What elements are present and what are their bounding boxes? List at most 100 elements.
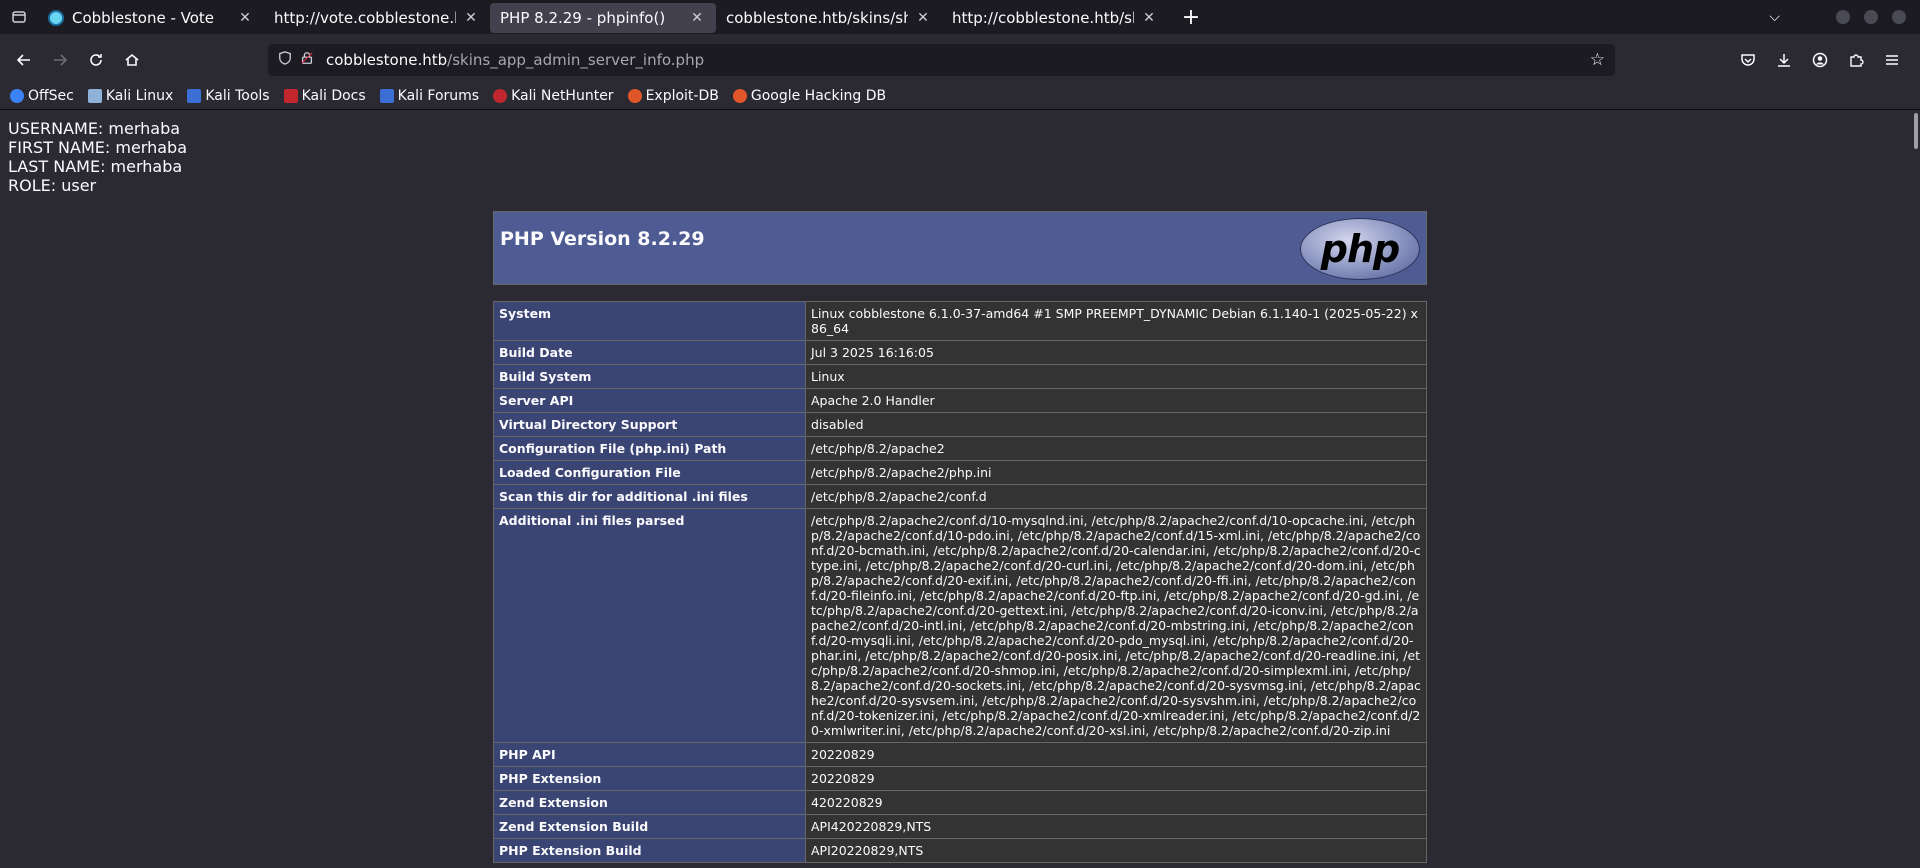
window-controls: ⌵ (1769, 0, 1920, 34)
table-row: Zend Extension 420220829 (493, 790, 1427, 815)
php-version-header: PHP Version 8.2.29 php (493, 211, 1427, 285)
table-row: Build Date Jul 3 2025 16:16:05 (493, 340, 1427, 365)
address-bar[interactable]: cobblestone.htb/skins_app_admin_server_i… (268, 44, 1615, 76)
tab-strip: Cobblestone - Vote ✕ http://vote.cobbles… (0, 0, 1920, 34)
table-row: Build System Linux (493, 364, 1427, 389)
table-row: Additional .ini files parsed/etc/php/8.2… (493, 508, 1427, 743)
username-line: USERNAME: merhaba (8, 119, 181, 138)
account-icon[interactable] (1802, 44, 1838, 76)
row-value: 20220829 (805, 742, 1427, 767)
navigation-toolbar: cobblestone.htb/skins_app_admin_server_i… (0, 40, 1920, 80)
bookmark-label: Kali Forums (397, 87, 480, 104)
app-menu-hamburger-icon[interactable] (1874, 44, 1910, 76)
bookmark-label: OffSec (28, 87, 74, 104)
bookmark-star-icon[interactable]: ☆ (1590, 50, 1605, 70)
firefox-view-icon[interactable] (0, 0, 38, 34)
new-tab-button[interactable]: + (1174, 2, 1208, 32)
row-value: /etc/php/8.2/apache2/conf.d (805, 484, 1427, 509)
bookmark-label: Google Hacking DB (750, 87, 887, 104)
row-key: Zend Extension (493, 790, 806, 815)
php-logo-icon[interactable]: php (1300, 218, 1420, 280)
tab-close-icon[interactable]: ✕ (688, 10, 706, 26)
table-row: Configuration File (php.ini) Path/etc/ph… (493, 436, 1427, 461)
row-key: Server API (493, 388, 806, 413)
tracking-protection-shield-icon[interactable] (278, 51, 300, 69)
row-key: Virtual Directory Support (493, 412, 806, 437)
row-key: Configuration File (php.ini) Path (493, 436, 806, 461)
table-row: Scan this dir for additional .ini files /… (493, 484, 1427, 509)
last-name-line: LAST NAME: merhaba (8, 157, 183, 176)
first-name-line: FIRST NAME: merhaba (8, 138, 187, 157)
page-scrollbar[interactable] (1914, 113, 1918, 149)
bookmarks-toolbar: OffSec Kali Linux Kali Tools Kali Docs K… (0, 82, 1920, 110)
kali-docs-icon (283, 88, 298, 103)
tab-title: cobblestone.htb/skins/shell.p (726, 9, 908, 27)
bookmark-label: Exploit-DB (645, 87, 719, 104)
pocket-icon[interactable] (1730, 44, 1766, 76)
home-button[interactable] (114, 44, 150, 76)
url-text[interactable]: cobblestone.htb/skins_app_admin_server_i… (326, 51, 704, 69)
forward-button[interactable] (42, 44, 78, 76)
row-value: Apache 2.0 Handler (805, 388, 1427, 413)
cobblestone-favicon-icon (48, 10, 64, 26)
row-key: Zend Extension Build (493, 814, 806, 839)
table-row: Loaded Configuration File/etc/php/8.2/ap… (493, 460, 1427, 485)
tab-skins[interactable]: http://cobblestone.htb/skins/ ✕ (942, 3, 1168, 33)
bookmark-google-hacking-db[interactable]: Google Hacking DB (732, 87, 887, 104)
tab-close-icon[interactable]: ✕ (914, 10, 932, 26)
maximize-button[interactable] (1864, 10, 1878, 24)
row-key: PHP API (493, 742, 806, 767)
bookmark-kali-nethunter[interactable]: Kali NetHunter (493, 87, 614, 104)
row-value: API420220829,NTS (805, 814, 1427, 839)
user-info: USERNAME: merhaba FIRST NAME: merhaba LA… (8, 119, 187, 195)
row-value: /etc/php/8.2/apache2 (805, 436, 1427, 461)
extensions-puzzle-icon[interactable] (1838, 44, 1874, 76)
bookmark-exploit-db[interactable]: Exploit-DB (627, 87, 719, 104)
tab-vote-cobblestone[interactable]: http://vote.cobblestone.htb/l ✕ (264, 3, 490, 33)
minimize-button[interactable] (1836, 10, 1850, 24)
tab-title: Cobblestone - Vote (72, 9, 215, 27)
connection-insecure-lock-icon[interactable] (300, 51, 322, 69)
kali-tools-icon (187, 88, 202, 103)
row-value: Jul 3 2025 16:16:05 (805, 340, 1427, 365)
tab-close-icon[interactable]: ✕ (1140, 10, 1158, 26)
page-content[interactable]: USERNAME: merhaba FIRST NAME: merhaba LA… (0, 111, 1920, 868)
bookmark-kali-tools[interactable]: Kali Tools (187, 88, 270, 104)
tab-cobblestone-vote[interactable]: Cobblestone - Vote ✕ (38, 3, 264, 33)
table-row: PHP Extension Build API20220829,NTS (493, 838, 1427, 863)
tab-phpinfo[interactable]: PHP 8.2.29 - phpinfo() ✕ (490, 3, 716, 33)
row-key: Scan this dir for additional .ini files (493, 484, 806, 509)
table-row: System Linux cobblestone 6.1.0-37-amd64 #… (493, 301, 1427, 341)
row-value: Linux cobblestone 6.1.0-37-amd64 #1 SMP … (805, 301, 1427, 341)
bookmark-kali-linux[interactable]: Kali Linux (87, 88, 173, 104)
offsec-icon (10, 88, 24, 103)
list-all-tabs-chevron-icon[interactable]: ⌵ (1769, 9, 1780, 25)
table-row: Zend Extension Build API420220829,NTS (493, 814, 1427, 839)
row-value: 420220829 (805, 790, 1427, 815)
toolbar-actions (1730, 44, 1910, 76)
bookmark-kali-forums[interactable]: Kali Forums (379, 87, 480, 104)
tab-title: PHP 8.2.29 - phpinfo() (500, 9, 666, 27)
php-version-title: PHP Version 8.2.29 (500, 228, 705, 250)
bookmark-label: Kali NetHunter (511, 87, 614, 104)
row-key: PHP Extension Build (493, 838, 806, 863)
phpinfo-container: PHP Version 8.2.29 php System Linux cobbl… (493, 211, 1427, 863)
row-key: Build System (493, 364, 806, 389)
reload-button[interactable] (78, 44, 114, 76)
row-value: 20220829 (805, 766, 1427, 791)
row-key: Additional .ini files parsed (493, 508, 806, 743)
bookmark-kali-docs[interactable]: Kali Docs (283, 87, 366, 104)
tab-close-icon[interactable]: ✕ (236, 10, 254, 26)
bookmark-offsec[interactable]: OffSec (10, 88, 74, 104)
row-value: /etc/php/8.2/apache2/conf.d/10-mysqlnd.i… (805, 508, 1427, 743)
close-window-button[interactable] (1892, 10, 1906, 24)
tab-close-icon[interactable]: ✕ (462, 10, 480, 26)
role-line: ROLE: user (8, 176, 97, 195)
table-row: Server API Apache 2.0 Handler (493, 388, 1427, 413)
back-button[interactable] (6, 44, 42, 76)
tab-skins-shell[interactable]: cobblestone.htb/skins/shell.p ✕ (716, 3, 942, 33)
phpinfo-table: System Linux cobblestone 6.1.0-37-amd64 #… (493, 301, 1427, 863)
bookmark-label: Kali Docs (301, 87, 366, 104)
downloads-icon[interactable] (1766, 44, 1802, 76)
php-logo-text: php (1320, 227, 1400, 271)
